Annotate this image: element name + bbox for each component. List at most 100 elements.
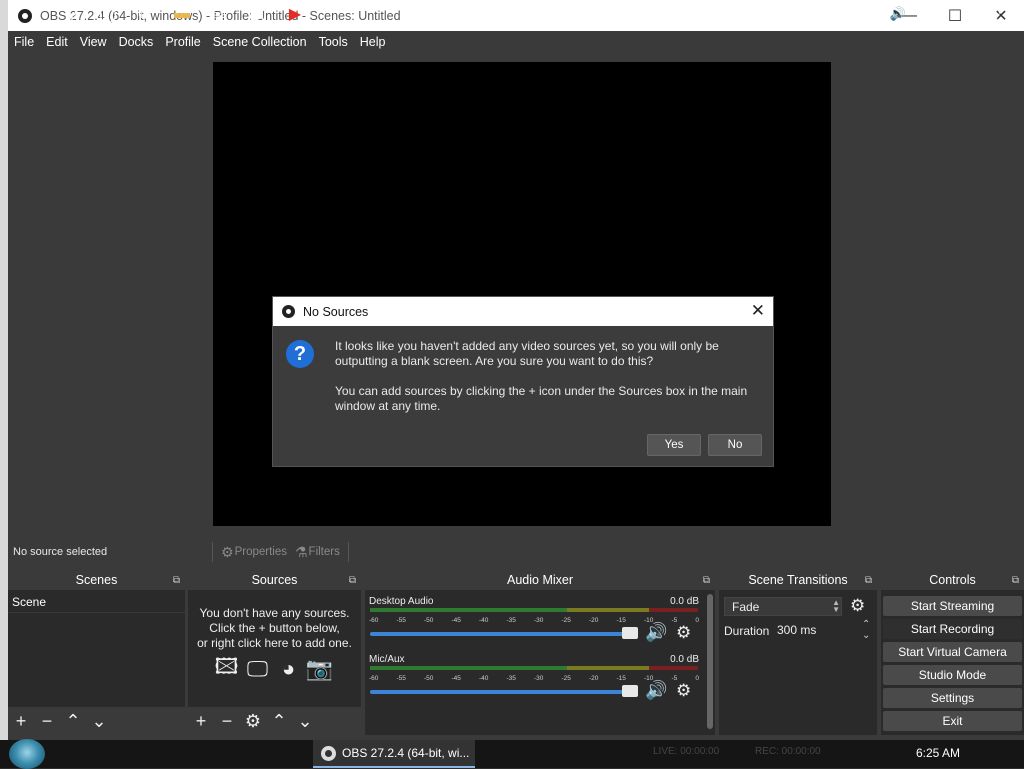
mixer-title: Audio Mixer xyxy=(507,573,573,587)
transitions-title: Scene Transitions xyxy=(748,573,848,587)
remove-scene-icon[interactable]: − xyxy=(34,711,60,732)
task-view-icon[interactable]: ⧉ xyxy=(132,0,156,28)
sources-title: Sources xyxy=(251,573,298,587)
controls-title: Controls xyxy=(929,573,976,587)
obs-taskbar-label: OBS 27.2.4 (64-bit, wi... xyxy=(342,746,470,760)
duration-input[interactable]: 300 ms xyxy=(773,620,857,641)
gear-icon[interactable]: ⚙ xyxy=(676,623,691,643)
obs-main-window: OBS 27.2.4 (64-bit, windows) - Profile: … xyxy=(8,0,1024,740)
transition-select[interactable]: Fade ▲ ▼ xyxy=(724,597,842,616)
scenes-header: Scenes ⧉ xyxy=(8,570,185,590)
menu-help[interactable]: Help xyxy=(354,35,392,49)
start-virtual-camera-button[interactable]: Start Virtual Camera xyxy=(883,642,1022,662)
dialog-message-line: It looks like you haven't added any vide… xyxy=(335,339,719,368)
sources-list[interactable]: You don't have any sources. Click the + … xyxy=(188,592,361,735)
menu-scene-collection[interactable]: Scene Collection xyxy=(207,35,313,49)
chevron-up-icon[interactable]: ⌃ xyxy=(816,0,834,28)
gear-icon[interactable]: ⚙ xyxy=(850,596,865,616)
track-name: Mic/Aux xyxy=(369,654,405,665)
sources-empty-line: Click the + button below, xyxy=(209,621,340,635)
no-button[interactable]: No xyxy=(708,434,762,456)
filters-button[interactable]: ⚗ Filters xyxy=(291,544,344,561)
sources-header: Sources ⧉ xyxy=(188,570,361,590)
menu-profile[interactable]: Profile xyxy=(159,35,206,49)
menu-tools[interactable]: Tools xyxy=(313,35,354,49)
taskbar-clock[interactable]: 6:25 AM xyxy=(916,746,960,760)
source-type-icons: 🖾 🖵 ◕ 📷 xyxy=(213,654,334,682)
list-item[interactable]: Scene xyxy=(8,592,185,613)
transitions-header: Scene Transitions ⧉ xyxy=(719,570,877,590)
divider xyxy=(212,542,213,562)
yes-button[interactable]: Yes xyxy=(647,434,701,456)
gear-icon: ⚙ xyxy=(221,543,234,560)
microphone-icon[interactable]: 🎙 xyxy=(840,0,858,28)
dialog-title-bar: No Sources ✕ xyxy=(273,297,773,326)
gear-icon[interactable]: ⚙ xyxy=(676,681,691,701)
obs-taskbar-button[interactable]: OBS 27.2.4 (64-bit, wi... xyxy=(313,740,475,768)
audio-mixer-dock: Audio Mixer ⧉ Desktop Audio 0.0 dB -60 -5… xyxy=(365,570,715,735)
add-source-icon[interactable]: + xyxy=(188,711,214,732)
start-recording-button[interactable]: Start Recording xyxy=(883,619,1022,639)
undock-icon[interactable]: ⧉ xyxy=(703,571,710,591)
studio-mode-button[interactable]: Studio Mode xyxy=(883,665,1022,685)
scene-transitions-dock: Scene Transitions ⧉ Fade ▲ ▼ ⚙ Duration 3… xyxy=(719,570,877,735)
menu-edit[interactable]: Edit xyxy=(40,35,74,49)
file-explorer-icon[interactable]: ▬ xyxy=(170,0,194,28)
speaker-icon[interactable]: 🔊 xyxy=(888,0,908,28)
duration-stepper[interactable]: ⌃ ⌄ xyxy=(862,619,870,641)
volume-slider-handle[interactable] xyxy=(622,627,638,639)
speaker-icon[interactable]: 🔊 xyxy=(645,680,667,701)
search-icon[interactable]: ⚲ xyxy=(60,0,84,28)
store-icon[interactable]: ⛁ xyxy=(207,0,231,28)
select-arrows-icon: ▲ ▼ xyxy=(832,598,840,614)
menu-file[interactable]: File xyxy=(8,35,40,49)
camera-icon: 📷 xyxy=(305,656,334,681)
undock-icon[interactable]: ⧉ xyxy=(865,571,872,591)
obs-logo-icon xyxy=(321,745,336,761)
exit-button[interactable]: Exit xyxy=(883,711,1022,731)
controls-header: Controls ⧉ xyxy=(881,570,1024,590)
move-up-icon[interactable]: ⌃ xyxy=(266,711,292,732)
menu-view[interactable]: View xyxy=(74,35,113,49)
mixer-track-mic: Mic/Aux 0.0 dB -60 -55 -50 -45 -40 -35 -30 -25-… xyxy=(369,654,699,700)
properties-label: Properties xyxy=(234,546,287,558)
photos-icon[interactable]: ▣ xyxy=(245,0,269,28)
add-scene-icon[interactable]: + xyxy=(8,711,34,732)
maximize-button[interactable]: ☐ xyxy=(932,0,978,31)
sources-dock: Sources ⧉ You don't have any sources. Cl… xyxy=(188,570,361,735)
volume-slider[interactable] xyxy=(370,690,638,694)
mixer-scrollbar[interactable] xyxy=(707,594,713,729)
notifications-icon[interactable]: 🗨 xyxy=(982,0,1004,28)
volume-slider[interactable] xyxy=(370,632,638,636)
undock-icon[interactable]: ⧉ xyxy=(349,571,356,591)
question-icon: ? xyxy=(286,340,314,368)
transitions-body: Fade ▲ ▼ ⚙ Duration 300 ms ⌃ ⌄ xyxy=(719,592,877,735)
dialog-close-button[interactable]: ✕ xyxy=(751,301,765,321)
speaker-icon[interactable]: 🔊 xyxy=(645,622,667,643)
scenes-toolbar: + − ⌃ ⌄ xyxy=(8,707,185,735)
settings-button[interactable]: Settings xyxy=(883,688,1022,708)
volume-meter xyxy=(370,666,698,670)
move-down-icon[interactable]: ⌄ xyxy=(86,711,112,732)
gear-icon[interactable]: ⚙ xyxy=(240,711,266,732)
properties-button[interactable]: ⚙ Properties xyxy=(217,544,291,561)
dialog-title: No Sources xyxy=(303,304,369,319)
menu-docks[interactable]: Docks xyxy=(113,35,160,49)
start-button[interactable] xyxy=(9,739,45,769)
mixer-track-desktop: Desktop Audio 0.0 dB -60 -55 -50 -45 -40 -35-… xyxy=(369,596,699,642)
no-sources-dialog: No Sources ✕ ? It looks like you haven't… xyxy=(272,296,774,467)
cortana-icon[interactable]: ◯ xyxy=(96,0,120,28)
mixer-body: Desktop Audio 0.0 dB -60 -55 -50 -45 -40 -35-… xyxy=(365,592,715,735)
filter-icon: ⚗ xyxy=(294,543,308,560)
undock-icon[interactable]: ⧉ xyxy=(1012,571,1019,591)
move-up-icon[interactable]: ⌃ xyxy=(60,711,86,732)
undock-icon[interactable]: ⧉ xyxy=(173,571,180,591)
move-down-icon[interactable]: ⌄ xyxy=(292,711,318,732)
sources-toolbar: + − ⚙ ⌃ ⌄ xyxy=(188,707,361,735)
network-icon[interactable]: 🖧 xyxy=(864,0,884,28)
remove-source-icon[interactable]: − xyxy=(214,711,240,732)
start-streaming-button[interactable]: Start Streaming xyxy=(883,596,1022,616)
youtube-icon[interactable]: ▶ xyxy=(283,0,307,28)
globe-icon: ◕ xyxy=(281,656,296,681)
volume-slider-handle[interactable] xyxy=(622,685,638,697)
